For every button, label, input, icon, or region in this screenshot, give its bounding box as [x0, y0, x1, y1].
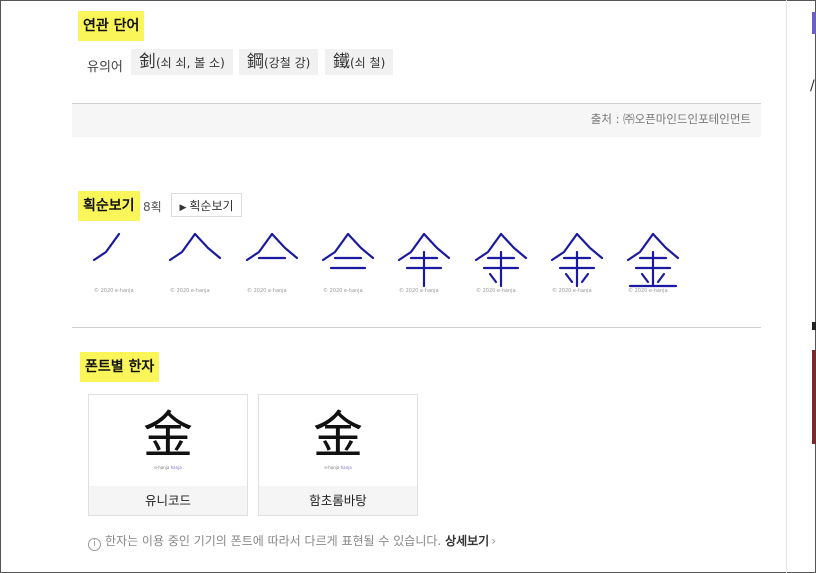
- stroke-path: [550, 232, 579, 262]
- font-card-hamchorom[interactable]: 金 e-hanja hanja 함초롬바탕: [258, 394, 418, 516]
- stroke-path: [270, 232, 299, 260]
- stroke-frame-copyright: © 2020 e-hanja: [170, 288, 210, 294]
- stroke-frame-copyright: © 2020 e-hanja: [476, 288, 516, 294]
- stroke-frame-copyright: © 2020 e-hanja: [323, 288, 363, 294]
- stroke-order-heading: 획순보기: [78, 191, 140, 221]
- stroke-frame-glyph: [321, 232, 375, 270]
- side-panel-banner[interactable]: [812, 350, 816, 444]
- detail-link[interactable]: 상세보기: [445, 534, 489, 548]
- stroke-frame: © 2020 e-hanja: [468, 228, 528, 298]
- stroke-path: [656, 272, 666, 284]
- side-panel-edge: [812, 12, 816, 34]
- stroke-count: 8획: [143, 200, 162, 214]
- stroke-frame-glyph: [474, 232, 528, 288]
- stroke-path: [92, 232, 121, 262]
- chip-hanja: 釗: [139, 52, 156, 72]
- font-notice: i 한자는 이용 중인 기기의 폰트에 따라서 다르게 표현될 수 있습니다. 상…: [88, 532, 496, 551]
- stroke-frame: © 2020 e-hanja: [315, 228, 375, 298]
- stroke-path: [321, 232, 350, 262]
- watermark-prefix: e-hanja: [324, 465, 340, 470]
- info-icon: i: [88, 538, 101, 551]
- hanja-glyph: 金: [143, 406, 193, 464]
- stroke-frame: © 2020 e-hanja: [239, 228, 299, 298]
- side-panel-marker: [812, 322, 816, 330]
- column-divider: [786, 0, 787, 573]
- source-credit: 출처 : ㈜오픈마인드인포테인먼트: [72, 104, 761, 137]
- synonym-chip[interactable]: 鋼(강철 강): [239, 49, 319, 75]
- stroke-path: [193, 232, 222, 260]
- stroke-path: [651, 232, 680, 260]
- stroke-frame-glyph: [245, 232, 299, 262]
- stroke-frame-glyph: [550, 232, 604, 288]
- stroke-path: [580, 272, 590, 284]
- stroke-path: [422, 232, 451, 260]
- stroke-path: [626, 232, 655, 262]
- related-words-heading: 연관 단어: [78, 11, 145, 41]
- stroke-path: [245, 232, 274, 262]
- stroke-frame-glyph: [92, 232, 121, 262]
- watermark-prefix: e-hanja: [154, 465, 170, 470]
- stroke-path: [564, 272, 574, 284]
- stroke-frame-copyright: © 2020 e-hanja: [247, 288, 287, 294]
- stroke-frame-copyright: © 2020 e-hanja: [94, 288, 134, 294]
- side-panel-glyph: /: [810, 78, 815, 94]
- chip-reading: (쇠 철): [350, 56, 386, 70]
- watermark-brand: hanja: [170, 465, 182, 470]
- stroke-path: [575, 232, 604, 260]
- stroke-path: [474, 232, 503, 262]
- chip-reading: (쇠 쇠, 볼 소): [156, 56, 225, 70]
- watermark-brand: hanja: [340, 465, 352, 470]
- stroke-order-button-label: 획순보기: [189, 199, 234, 213]
- synonym-label: 유의어: [87, 60, 123, 75]
- hanja-glyph: 金: [313, 406, 363, 464]
- chip-hanja: 鋼: [247, 52, 264, 72]
- font-card-label: 유니코드: [89, 486, 247, 515]
- stroke-order-play-button[interactable]: ▶ 획순보기: [171, 193, 242, 217]
- chevron-right-icon[interactable]: ›: [491, 534, 496, 548]
- stroke-frame-glyph: [168, 232, 222, 262]
- chip-hanja: 鐵: [333, 52, 350, 72]
- stroke-frame-glyph: [626, 232, 680, 288]
- section-divider: [72, 327, 761, 328]
- font-hanja-heading: 폰트별 한자: [80, 352, 160, 382]
- stroke-frame-copyright: © 2020 e-hanja: [399, 288, 439, 294]
- stroke-frame-copyright: © 2020 e-hanja: [628, 288, 668, 294]
- font-card-unicode[interactable]: 金 e-hanja hanja 유니코드: [88, 394, 248, 516]
- synonym-chip[interactable]: 鐵(쇠 철): [325, 49, 394, 75]
- font-card-label: 함초롬바탕: [259, 486, 417, 515]
- stroke-path: [397, 232, 426, 262]
- stroke-path: [346, 232, 375, 260]
- stroke-frame: © 2020 e-hanja: [162, 228, 222, 298]
- stroke-path: [640, 272, 650, 284]
- stroke-path: [488, 272, 498, 284]
- synonym-chip[interactable]: 釗(쇠 쇠, 볼 소): [131, 49, 233, 75]
- stroke-frame: © 2020 e-hanja: [391, 228, 451, 298]
- stroke-frame: © 2020 e-hanja: [620, 228, 680, 298]
- watermark: e-hanja hanja: [89, 465, 247, 470]
- stroke-frame: © 2020 e-hanja: [544, 228, 604, 298]
- chip-reading: (강철 강): [264, 56, 311, 70]
- stroke-path: [499, 232, 528, 260]
- watermark: e-hanja hanja: [259, 465, 417, 470]
- font-notice-text: 한자는 이용 중인 기기의 폰트에 따라서 다르게 표현될 수 있습니다.: [105, 534, 442, 548]
- play-icon: ▶: [179, 203, 187, 213]
- stroke-frame: © 2020 e-hanja: [86, 228, 146, 298]
- stroke-path: [168, 232, 197, 262]
- stroke-frame-glyph: [397, 232, 451, 288]
- stroke-frame-copyright: © 2020 e-hanja: [552, 288, 592, 294]
